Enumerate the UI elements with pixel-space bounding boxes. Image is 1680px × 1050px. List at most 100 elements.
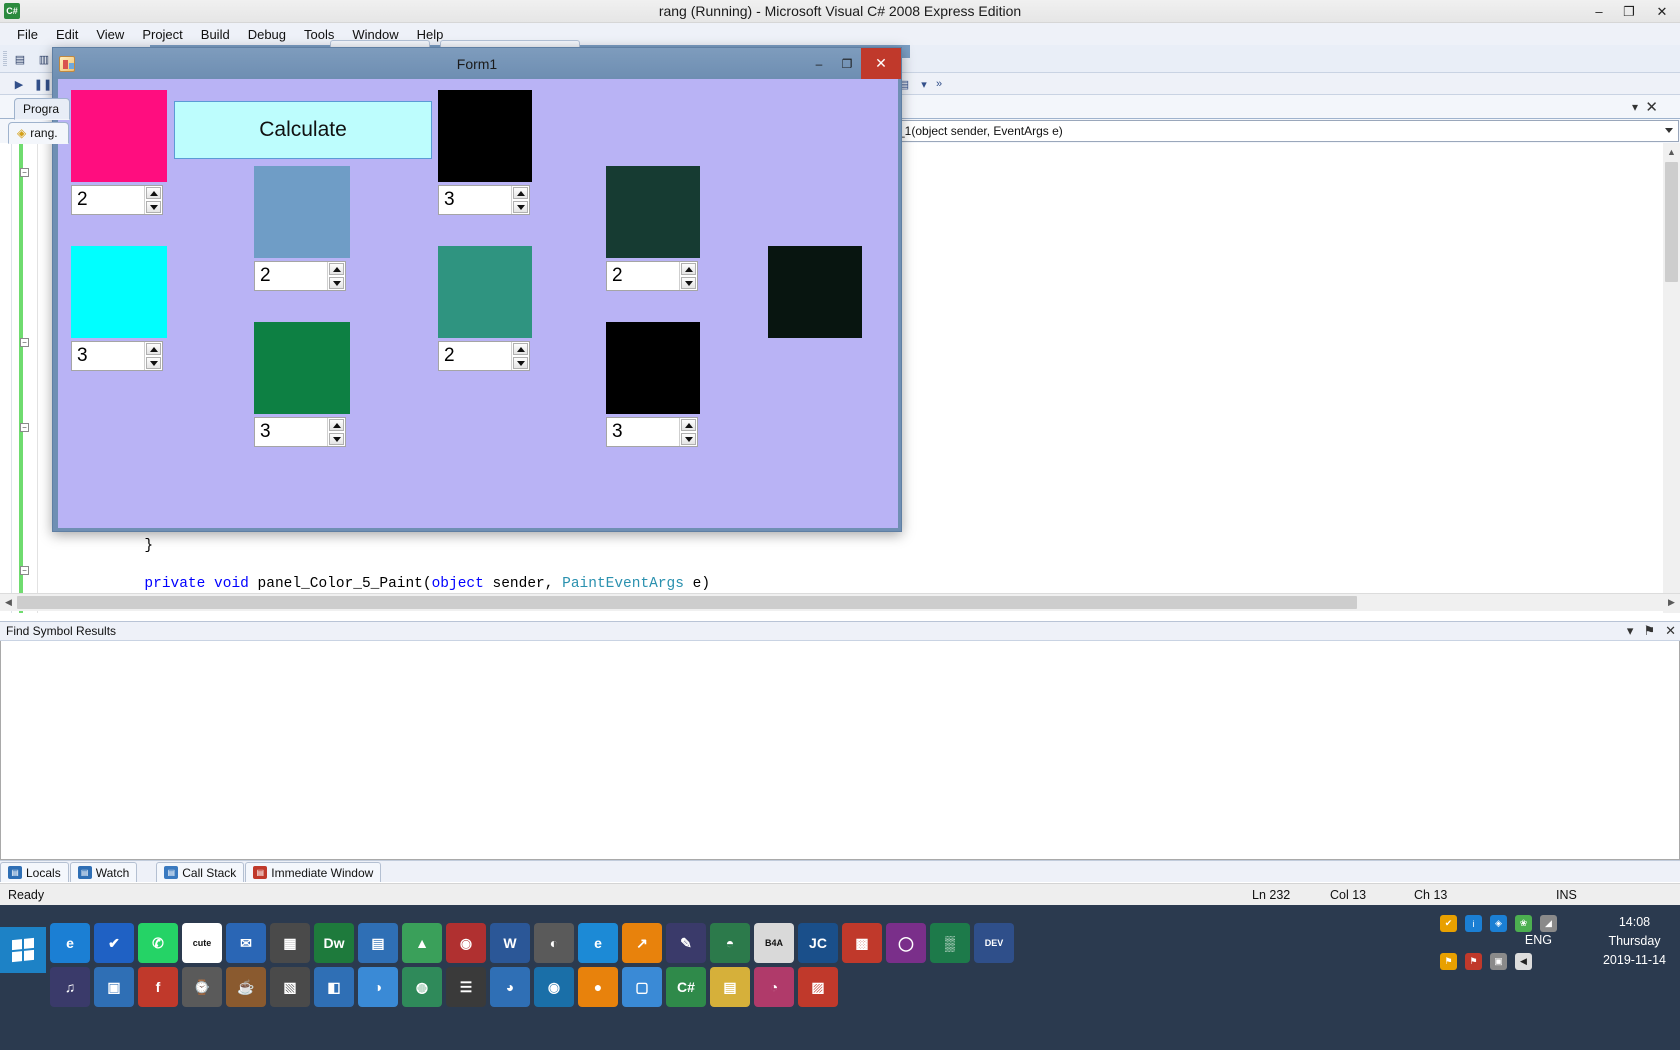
menu-item-view[interactable]: View bbox=[87, 25, 133, 44]
tray-shield-icon[interactable]: ✔ bbox=[1440, 915, 1457, 932]
taskbar-icon-media-app[interactable]: ▦ bbox=[270, 923, 310, 963]
tray-info-icon[interactable]: i bbox=[1465, 915, 1482, 932]
spinner-down-icon[interactable] bbox=[513, 201, 528, 213]
spinner-down-icon[interactable] bbox=[681, 277, 696, 289]
spinner-up-icon[interactable] bbox=[329, 263, 344, 275]
ide-minimize-button[interactable]: – bbox=[1584, 0, 1614, 23]
fsr-close-icon[interactable]: ✕ bbox=[1665, 623, 1676, 639]
taskbar-icon-paint-app[interactable]: ◑ bbox=[358, 967, 398, 1007]
taskbar-icon-earth-app[interactable]: ◕ bbox=[490, 967, 530, 1007]
taskbar-icon-folders-app[interactable]: ▣ bbox=[94, 967, 134, 1007]
panel-color-8[interactable] bbox=[606, 322, 700, 414]
menu-item-project[interactable]: Project bbox=[133, 25, 191, 44]
panel-color-2[interactable] bbox=[71, 246, 167, 338]
taskbar-icon-basic4android[interactable]: B4A bbox=[754, 923, 794, 963]
spinner-7-value[interactable]: 2 bbox=[607, 262, 679, 290]
taskbar-icon-check-app[interactable]: ✔ bbox=[94, 923, 134, 963]
chevron-down-icon[interactable] bbox=[1665, 128, 1673, 133]
taskbar-icon-archive-app[interactable]: ◐ bbox=[534, 923, 574, 963]
document-close-icon[interactable]: ✕ bbox=[1645, 98, 1658, 116]
panel-color-1[interactable] bbox=[71, 90, 167, 182]
find-symbol-results-list[interactable] bbox=[0, 641, 1680, 860]
taskbar-icon-piano-app[interactable]: ☰ bbox=[446, 967, 486, 1007]
scroll-right-icon[interactable]: ▶ bbox=[1663, 594, 1680, 611]
spinner-5-value[interactable]: 3 bbox=[439, 186, 511, 214]
spinner-7[interactable]: 2 bbox=[606, 261, 698, 291]
open-file-icon[interactable]: ▥ bbox=[34, 49, 54, 69]
tray-leaf-icon[interactable]: ❀ bbox=[1515, 915, 1532, 932]
panel-color-4[interactable] bbox=[254, 322, 350, 414]
toolbar-grip[interactable] bbox=[3, 51, 7, 67]
taskbar-icon-calculator-app[interactable]: ▤ bbox=[358, 923, 398, 963]
taskbar-icon-word[interactable]: W bbox=[490, 923, 530, 963]
spinner-6[interactable]: 2 bbox=[438, 341, 530, 371]
spinner-down-icon[interactable] bbox=[146, 357, 161, 369]
taskbar-icon-disc-burner[interactable]: ◉ bbox=[446, 923, 486, 963]
fold-toggle-icon[interactable]: − bbox=[20, 423, 29, 432]
taskbar-clock[interactable]: 14:08 Thursday 2019-11-14 bbox=[1603, 913, 1666, 970]
ide-maximize-button[interactable]: ❐ bbox=[1614, 0, 1644, 23]
tray-dropbox-icon[interactable]: ◈ bbox=[1490, 915, 1507, 932]
fsr-dropdown-icon[interactable]: ▾ bbox=[1627, 623, 1634, 639]
debug-tab-locals[interactable]: ▤ Locals bbox=[0, 862, 69, 882]
taskbar-icon-visualstudio-app[interactable]: ▨ bbox=[798, 967, 838, 1007]
taskbar-icon-jc-app[interactable]: JC bbox=[798, 923, 838, 963]
taskbar-icon-dreamweaver[interactable]: Dw bbox=[314, 923, 354, 963]
form1-window[interactable]: Form1 – ❐ ✕ Calculate 2 3 2 3 3 2 2 3 bbox=[52, 47, 902, 532]
taskbar-icon-globe-app[interactable]: ◍ bbox=[402, 967, 442, 1007]
fold-toggle-icon[interactable]: − bbox=[20, 168, 29, 177]
form1-close-button[interactable]: ✕ bbox=[861, 48, 901, 79]
taskbar-icon-csharp-app[interactable]: C# bbox=[666, 967, 706, 1007]
menu-item-debug[interactable]: Debug bbox=[239, 25, 295, 44]
solution-tab-program[interactable]: Progra bbox=[14, 98, 71, 120]
fold-toggle-icon[interactable]: − bbox=[20, 338, 29, 347]
taskbar-icon-maps-app[interactable]: ▲ bbox=[402, 923, 442, 963]
fsr-pin-icon[interactable]: ⚑ bbox=[1643, 623, 1655, 639]
spinner-up-icon[interactable] bbox=[681, 419, 696, 431]
document-pin-icon[interactable]: ▾ bbox=[1632, 100, 1638, 114]
spinner-up-icon[interactable] bbox=[513, 187, 528, 199]
form1-maximize-button[interactable]: ❐ bbox=[833, 48, 861, 79]
spinner-5[interactable]: 3 bbox=[438, 185, 530, 215]
taskbar-icon-edge-browser[interactable]: e bbox=[578, 923, 618, 963]
scroll-up-icon[interactable]: ▲ bbox=[1663, 143, 1680, 160]
spinner-6-value[interactable]: 2 bbox=[439, 342, 511, 370]
spinner-8-value[interactable]: 3 bbox=[607, 418, 679, 446]
spinner-3-value[interactable]: 2 bbox=[255, 262, 327, 290]
panel-color-7[interactable] bbox=[606, 166, 700, 258]
spinner-4[interactable]: 3 bbox=[254, 417, 346, 447]
ide-close-button[interactable]: ✕ bbox=[1644, 0, 1680, 23]
taskbar-icon-steam-app[interactable]: ◉ bbox=[534, 967, 574, 1007]
spinner-8[interactable]: 3 bbox=[606, 417, 698, 447]
spinner-4-value[interactable]: 3 bbox=[255, 418, 327, 446]
spinner-down-icon[interactable] bbox=[329, 433, 344, 445]
taskbar-icon-dvd-app[interactable]: ◯ bbox=[886, 923, 926, 963]
spinner-up-icon[interactable] bbox=[513, 343, 528, 355]
tray-network-tray-icon[interactable]: ◢ bbox=[1540, 915, 1557, 932]
menu-item-edit[interactable]: Edit bbox=[47, 25, 87, 44]
editor-vertical-scrollbar[interactable]: ▲ ▼ bbox=[1663, 143, 1680, 613]
tray-volume-icon[interactable]: ◀ bbox=[1515, 953, 1532, 970]
spinner-down-icon[interactable] bbox=[146, 201, 161, 213]
taskbar-icon-designer-app[interactable]: ◧ bbox=[314, 967, 354, 1007]
form1-minimize-button[interactable]: – bbox=[805, 48, 833, 79]
scroll-left-icon[interactable]: ◀ bbox=[0, 594, 17, 611]
calculate-button[interactable]: Calculate bbox=[174, 101, 432, 159]
panel-color-5[interactable] bbox=[438, 90, 532, 182]
menu-item-build[interactable]: Build bbox=[192, 25, 239, 44]
debug-tab-call-stack[interactable]: ▤ Call Stack bbox=[156, 862, 245, 882]
spinner-2[interactable]: 3 bbox=[71, 341, 163, 371]
editor-horizontal-scrollbar[interactable]: ◀ ▶ bbox=[0, 593, 1680, 611]
spinner-down-icon[interactable] bbox=[681, 433, 696, 445]
new-project-icon[interactable]: ▤ bbox=[10, 49, 30, 69]
spinner-1[interactable]: 2 bbox=[71, 185, 163, 215]
pause-debug-icon[interactable]: ❚❚ bbox=[34, 76, 52, 92]
taskbar-icon-grid-app[interactable]: ▒ bbox=[930, 923, 970, 963]
start-button[interactable] bbox=[0, 927, 46, 973]
taskbar-icon-explorer-app[interactable]: ▤ bbox=[710, 967, 750, 1007]
language-indicator[interactable]: ENG bbox=[1525, 933, 1552, 947]
fold-toggle-icon[interactable]: − bbox=[20, 566, 29, 575]
spinner-up-icon[interactable] bbox=[329, 419, 344, 431]
taskbar-icon-photo-editor[interactable]: ✎ bbox=[666, 923, 706, 963]
tray-monitor-icon[interactable]: ▣ bbox=[1490, 953, 1507, 970]
